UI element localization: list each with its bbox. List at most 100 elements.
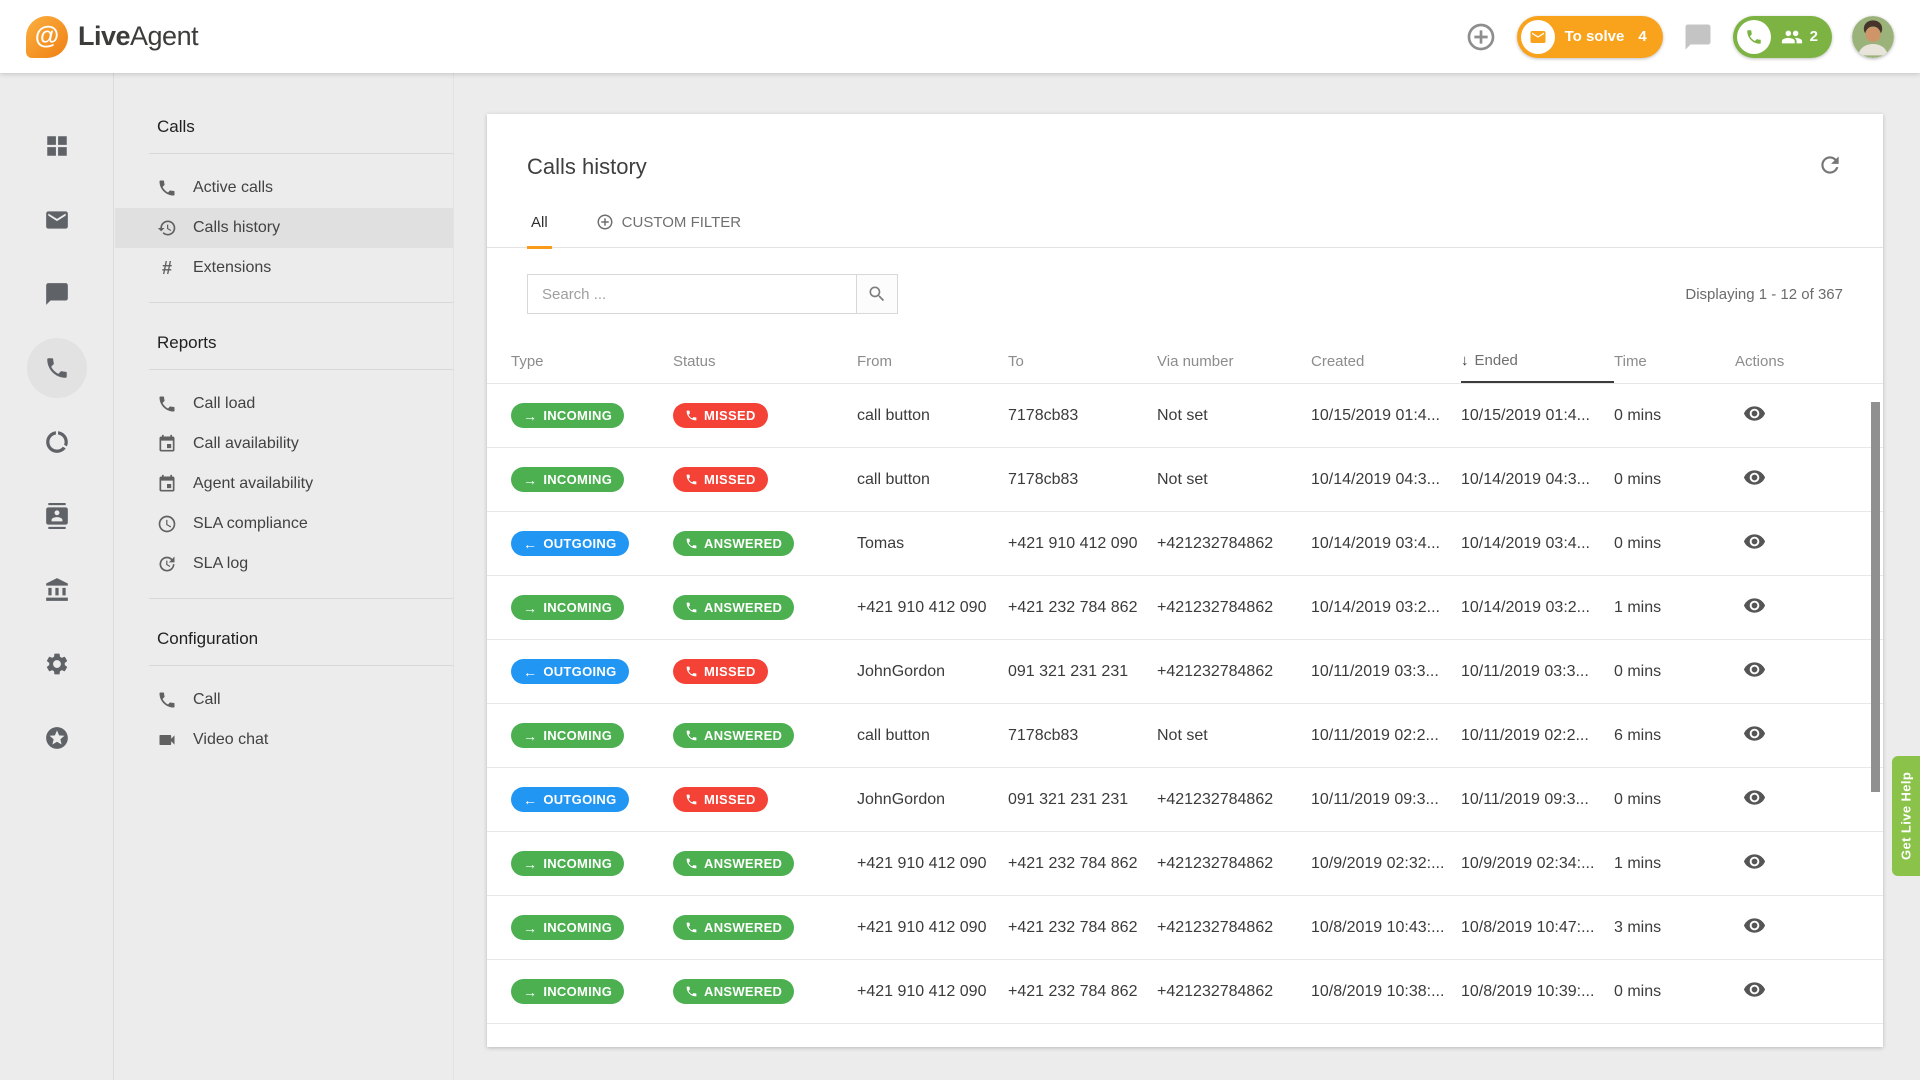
- get-live-help-tab[interactable]: Get Live Help: [1892, 756, 1920, 876]
- table-scrollbar[interactable]: [1871, 402, 1880, 1039]
- view-call-button[interactable]: [1743, 914, 1766, 940]
- table-row[interactable]: →INCOMING ANSWERED +421 910 412 090 +421…: [487, 896, 1883, 960]
- column-header-via-number[interactable]: Via number: [1157, 340, 1311, 383]
- table-row[interactable]: →INCOMING ANSWERED +421 910 412 090 +421…: [487, 576, 1883, 640]
- status-badge-label: ANSWERED: [704, 600, 782, 615]
- active-calls-pill[interactable]: 2: [1733, 16, 1832, 58]
- direction-arrow-icon: ←: [523, 665, 537, 679]
- cell-created: 10/11/2019 09:3...: [1311, 791, 1461, 809]
- direction-arrow-icon: →: [523, 985, 537, 999]
- view-call-button[interactable]: [1743, 402, 1766, 428]
- cell-to: +421 910 412 090: [1008, 535, 1157, 553]
- sidebar-item-calls-history[interactable]: Calls history: [115, 208, 453, 248]
- tab-label: All: [531, 214, 548, 231]
- search-box: [527, 274, 898, 314]
- section-title-calls: Calls: [115, 73, 453, 153]
- view-call-button[interactable]: [1743, 786, 1766, 812]
- cell-type: →INCOMING: [511, 467, 673, 492]
- status-badge: ANSWERED: [673, 979, 794, 1004]
- sidebar-item-active-calls[interactable]: Active calls: [115, 168, 453, 208]
- refresh-button[interactable]: [1817, 152, 1843, 181]
- view-call-button[interactable]: [1743, 850, 1766, 876]
- table-row[interactable]: →INCOMING MISSED call button 7178cb83 No…: [487, 448, 1883, 512]
- cell-actions: [1735, 850, 1869, 878]
- star-circle-icon: [44, 725, 70, 751]
- sidebar-item-agent-availability[interactable]: Agent availability: [115, 464, 453, 504]
- table-header: Type Status From To Via number Created ↓…: [487, 340, 1883, 384]
- table-row[interactable]: →INCOMING ANSWERED +421 910 412 090 +421…: [487, 960, 1883, 1024]
- table-row[interactable]: →INCOMING ANSWERED +421 910 412 090 +421…: [487, 832, 1883, 896]
- column-header-ended[interactable]: ↓Ended: [1461, 340, 1614, 383]
- sidebar-item-sla-log[interactable]: SLA log: [115, 544, 453, 584]
- column-header-to[interactable]: To: [1008, 340, 1157, 383]
- rail-calls[interactable]: [27, 338, 87, 398]
- sidebar-item-sla-compliance[interactable]: SLA compliance: [115, 504, 453, 544]
- cell-created: 10/11/2019 03:3...: [1311, 663, 1461, 681]
- rail-chats[interactable]: [27, 264, 87, 324]
- chats-button[interactable]: [1683, 22, 1713, 52]
- type-badge: ←OUTGOING: [511, 531, 629, 556]
- sidebar: Calls Active calls Calls history # Exten…: [115, 73, 454, 1080]
- view-call-button[interactable]: [1743, 530, 1766, 556]
- phone-icon: [685, 665, 698, 678]
- cell-created: 10/9/2019 02:32:...: [1311, 855, 1461, 873]
- view-call-button[interactable]: [1743, 978, 1766, 1004]
- rail-reports[interactable]: [27, 412, 87, 472]
- cell-status: MISSED: [673, 467, 857, 492]
- type-badge: →INCOMING: [511, 851, 624, 876]
- status-badge: ANSWERED: [673, 531, 794, 556]
- status-badge: ANSWERED: [673, 595, 794, 620]
- to-solve-pill[interactable]: To solve 4: [1517, 16, 1663, 58]
- view-call-button[interactable]: [1743, 722, 1766, 748]
- rail-contacts[interactable]: [27, 486, 87, 546]
- tab-all[interactable]: All: [527, 213, 552, 249]
- cell-time: 1 mins: [1614, 599, 1735, 617]
- status-badge-label: MISSED: [704, 472, 756, 487]
- search-input[interactable]: [527, 274, 857, 314]
- rail-dashboard[interactable]: [27, 116, 87, 176]
- status-badge-label: ANSWERED: [704, 536, 782, 551]
- scrollbar-thumb[interactable]: [1871, 402, 1880, 792]
- sidebar-item-extensions[interactable]: # Extensions: [115, 248, 453, 288]
- table-row[interactable]: ←OUTGOING MISSED JohnGordon 091 321 231 …: [487, 768, 1883, 832]
- cell-status: MISSED: [673, 787, 857, 812]
- sidebar-item-call-availability[interactable]: Call availability: [115, 424, 453, 464]
- cell-time: 3 mins: [1614, 919, 1735, 937]
- cell-created: 10/14/2019 03:2...: [1311, 599, 1461, 617]
- plus-circle-icon: [596, 213, 614, 231]
- user-avatar[interactable]: [1852, 16, 1894, 58]
- calendar-icon: [157, 474, 177, 494]
- status-badge-label: MISSED: [704, 792, 756, 807]
- rail-customers[interactable]: [27, 560, 87, 620]
- table-row[interactable]: ←OUTGOING ANSWERED Tomas +421 910 412 09…: [487, 512, 1883, 576]
- cell-actions: [1735, 786, 1869, 814]
- rail-settings[interactable]: [27, 634, 87, 694]
- rail-upgrade[interactable]: [27, 708, 87, 768]
- cell-time: 0 mins: [1614, 983, 1735, 1001]
- tab-custom-filter[interactable]: CUSTOM FILTER: [592, 213, 745, 249]
- table-row[interactable]: ←OUTGOING MISSED JohnGordon 091 321 231 …: [487, 640, 1883, 704]
- search-button[interactable]: [856, 274, 898, 314]
- column-header-time[interactable]: Time: [1614, 340, 1735, 383]
- view-call-button[interactable]: [1743, 466, 1766, 492]
- app-logo[interactable]: @ LiveAgent: [26, 16, 198, 58]
- sidebar-item-call-config[interactable]: Call: [115, 680, 453, 720]
- sidebar-item-call-load[interactable]: Call load: [115, 384, 453, 424]
- table-row[interactable]: →INCOMING MISSED call button 7178cb83 No…: [487, 384, 1883, 448]
- section-title-reports: Reports: [115, 303, 453, 369]
- phone-icon: [685, 857, 698, 870]
- update-icon: [157, 554, 177, 574]
- column-header-type[interactable]: Type: [511, 340, 673, 383]
- column-header-created[interactable]: Created: [1311, 340, 1461, 383]
- direction-arrow-icon: ←: [523, 793, 537, 807]
- view-call-button[interactable]: [1743, 658, 1766, 684]
- status-badge: ANSWERED: [673, 851, 794, 876]
- status-badge: ANSWERED: [673, 723, 794, 748]
- column-header-status[interactable]: Status: [673, 340, 857, 383]
- sidebar-item-video-chat[interactable]: Video chat: [115, 720, 453, 760]
- add-new-button[interactable]: [1465, 21, 1497, 53]
- view-call-button[interactable]: [1743, 594, 1766, 620]
- rail-tickets[interactable]: [27, 190, 87, 250]
- table-row[interactable]: →INCOMING ANSWERED call button 7178cb83 …: [487, 704, 1883, 768]
- column-header-from[interactable]: From: [857, 340, 1008, 383]
